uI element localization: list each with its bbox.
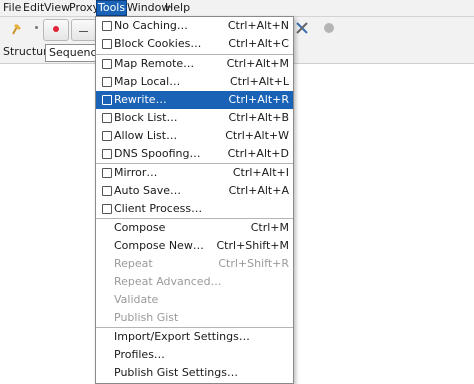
map-local-checkbox[interactable] <box>102 77 112 87</box>
menu-item-label: Allow List… <box>114 129 178 142</box>
map-remote-checkbox[interactable] <box>102 59 112 69</box>
menu-item-shortcut: Ctrl+Alt+C <box>228 37 289 50</box>
menu-item-label: Block Cookies… <box>114 37 202 50</box>
menu-item-label: Auto Save… <box>114 184 182 197</box>
menu-item-allow-list[interactable]: Allow List… Ctrl+Alt+W <box>96 127 293 145</box>
menu-file[interactable]: File <box>2 1 22 15</box>
menu-item-shortcut: Ctrl+Alt+B <box>228 111 289 124</box>
menu-item-publish-gist: Publish Gist <box>96 309 293 327</box>
menu-item-label: Mirror… <box>114 166 158 179</box>
auto-save-checkbox[interactable] <box>102 186 112 196</box>
mirror-checkbox[interactable] <box>102 168 112 178</box>
menu-item-label: Validate <box>114 293 159 306</box>
tools-menu: No Caching… Ctrl+Alt+N Block Cookies… Ct… <box>95 16 294 384</box>
menu-item-shortcut: Ctrl+Alt+I <box>232 166 289 179</box>
menu-item-publish-gist-settings[interactable]: Publish Gist Settings… <box>96 364 293 382</box>
menu-item-label: Compose New… <box>114 239 204 252</box>
menu-item-label: Repeat Advanced… <box>114 275 222 288</box>
client-process-checkbox[interactable] <box>102 204 112 214</box>
menu-item-client-process[interactable]: Client Process… <box>96 200 293 218</box>
menu-item-shortcut: Ctrl+Alt+D <box>227 147 289 160</box>
record-button[interactable] <box>43 19 69 41</box>
menu-item-label: Rewrite… <box>114 93 167 106</box>
menu-item-compose[interactable]: Compose Ctrl+M <box>96 219 293 237</box>
menu-item-label: DNS Spoofing… <box>114 147 201 160</box>
menu-help[interactable]: Help <box>164 1 191 15</box>
menu-item-shortcut: Ctrl+Alt+N <box>227 19 289 32</box>
menu-tools[interactable]: Tools <box>96 0 128 16</box>
no-caching-checkbox[interactable] <box>102 21 112 31</box>
menu-bar: File Edit View Proxy Tools Window Help <box>0 0 474 17</box>
menu-item-shortcut: Ctrl+M <box>250 221 289 234</box>
menu-item-block-list[interactable]: Block List… Ctrl+Alt+B <box>96 109 293 127</box>
menu-item-label: Map Local… <box>114 75 181 88</box>
menu-item-label: Publish Gist <box>114 311 179 324</box>
menu-item-shortcut: Ctrl+Alt+W <box>225 129 289 142</box>
dns-spoofing-checkbox[interactable] <box>102 149 112 159</box>
menu-item-import-export-settings[interactable]: Import/Export Settings… <box>96 328 293 346</box>
menu-item-label: No Caching… <box>114 19 188 32</box>
rewrite-checkbox[interactable] <box>102 95 112 105</box>
menu-item-shortcut: Ctrl+Shift+M <box>216 239 290 252</box>
menu-item-label: Compose <box>114 221 166 234</box>
menu-item-no-caching[interactable]: No Caching… Ctrl+Alt+N <box>96 17 293 35</box>
menu-item-map-remote[interactable]: Map Remote… Ctrl+Alt+M <box>96 55 293 73</box>
menu-edit[interactable]: Edit <box>22 1 45 15</box>
broom-icon[interactable] <box>11 22 23 39</box>
menu-item-validate: Validate <box>96 291 293 309</box>
menu-item-dns-spoofing[interactable]: DNS Spoofing… Ctrl+Alt+D <box>96 145 293 163</box>
menu-item-label: Client Process… <box>114 202 203 215</box>
menu-item-shortcut: Ctrl+Alt+R <box>228 93 289 106</box>
menu-item-map-local[interactable]: Map Local… Ctrl+Alt+L <box>96 73 293 91</box>
menu-item-auto-save[interactable]: Auto Save… Ctrl+Alt+A <box>96 182 293 200</box>
menu-view[interactable]: View <box>43 1 71 15</box>
settings-icon[interactable] <box>324 23 334 33</box>
menu-item-repeat: Repeat Ctrl+Shift+R <box>96 255 293 273</box>
menu-item-shortcut: Ctrl+Alt+M <box>226 57 289 70</box>
block-list-checkbox[interactable] <box>102 113 112 123</box>
menu-item-label: Block List… <box>114 111 178 124</box>
menu-item-shortcut: Ctrl+Shift+R <box>218 257 289 270</box>
menu-item-compose-new[interactable]: Compose New… Ctrl+Shift+M <box>96 237 293 255</box>
menu-item-rewrite[interactable]: Rewrite… Ctrl+Alt+R <box>96 91 293 109</box>
dot-icon <box>35 26 38 29</box>
menu-item-repeat-advanced: Repeat Advanced… <box>96 273 293 291</box>
menu-item-block-cookies[interactable]: Block Cookies… Ctrl+Alt+C <box>96 35 293 53</box>
tools-icon[interactable] <box>295 21 309 38</box>
throttle-icon <box>79 31 88 32</box>
menu-item-shortcut: Ctrl+Alt+L <box>229 75 289 88</box>
menu-item-label: Publish Gist Settings… <box>114 366 238 379</box>
allow-list-checkbox[interactable] <box>102 131 112 141</box>
menu-item-shortcut: Ctrl+Alt+A <box>228 184 289 197</box>
menu-item-profiles[interactable]: Profiles… <box>96 346 293 364</box>
record-icon <box>53 26 59 32</box>
menu-item-label: Map Remote… <box>114 57 195 70</box>
menu-item-mirror[interactable]: Mirror… Ctrl+Alt+I <box>96 164 293 182</box>
throttle-button[interactable] <box>71 19 97 41</box>
menu-item-label: Import/Export Settings… <box>114 330 250 343</box>
menu-item-label: Profiles… <box>114 348 165 361</box>
block-cookies-checkbox[interactable] <box>102 39 112 49</box>
menu-item-label: Repeat <box>114 257 153 270</box>
